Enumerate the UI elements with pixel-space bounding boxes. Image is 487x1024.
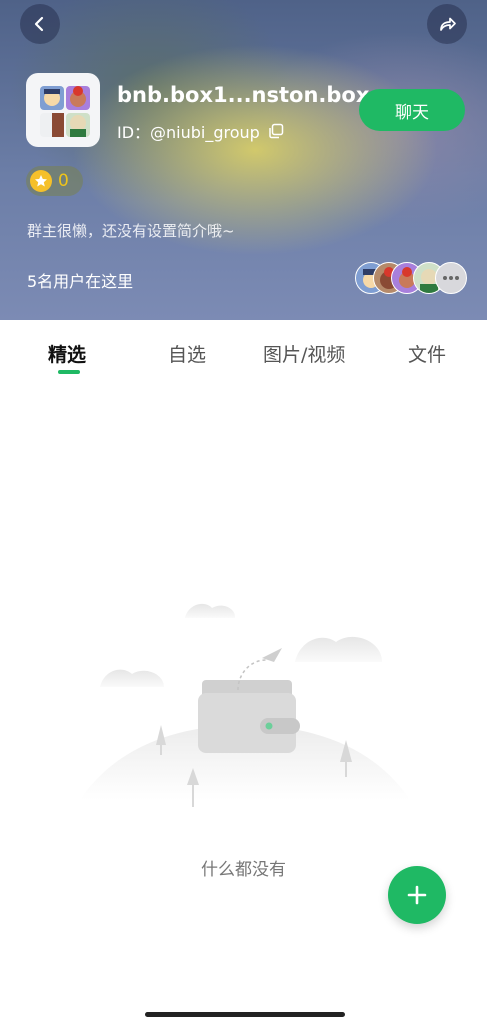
group-intro: 群主很懒，还没有设置简介哦~	[27, 222, 235, 240]
group-id: ID：@niubi_group	[117, 123, 260, 142]
tab-files[interactable]: 文件	[408, 340, 446, 367]
group-id-row: ID：@niubi_group	[117, 119, 284, 143]
group-header: bnb.box1...nston.box ID：@niubi_group 聊天 …	[0, 0, 487, 320]
back-button[interactable]	[20, 4, 60, 44]
tab-indicator	[58, 370, 80, 374]
group-avatar	[26, 73, 100, 147]
members-count[interactable]: 5名用户在这里	[27, 268, 133, 292]
share-icon	[440, 17, 456, 31]
home-indicator	[145, 1012, 345, 1017]
copy-icon[interactable]	[268, 123, 284, 139]
empty-illustration	[60, 590, 430, 830]
tab-featured[interactable]: 精选	[48, 340, 86, 367]
chat-button[interactable]: 聊天	[359, 89, 465, 131]
group-name: bnb.box1...nston.box	[117, 83, 370, 107]
tab-custom[interactable]: 自选	[168, 340, 206, 367]
member-avatars[interactable]	[355, 262, 467, 294]
star-icon	[30, 170, 52, 192]
share-button[interactable]	[427, 4, 467, 44]
plus-icon	[407, 885, 427, 905]
add-button[interactable]	[388, 866, 446, 924]
tab-media[interactable]: 图片/视频	[263, 340, 345, 367]
chevron-left-icon	[34, 16, 44, 32]
more-members-button[interactable]	[435, 262, 467, 294]
score-value: 0	[58, 171, 69, 191]
more-icon	[443, 276, 459, 280]
score-badge[interactable]: 0	[26, 166, 83, 196]
